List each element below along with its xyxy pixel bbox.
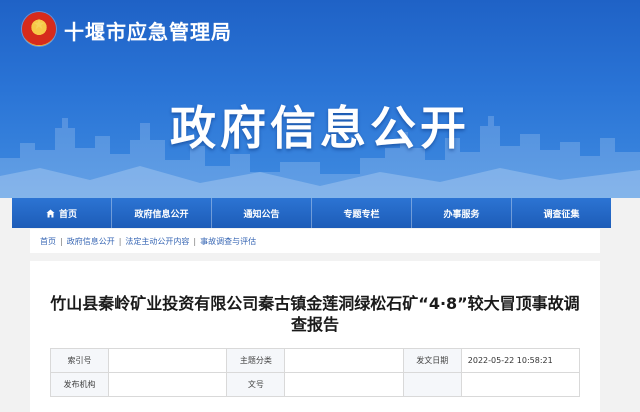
document-title: 竹山县秦岭矿业投资有限公司秦古镇金莲洞绿松石矿“4·8”较大冒顶事故调查报告 xyxy=(50,294,580,334)
nav-item-label: 调查征集 xyxy=(543,209,580,220)
nav-item-label: 办事服务 xyxy=(443,209,480,220)
docno-label: 文号 xyxy=(226,372,286,397)
nav-item-label: 首页 xyxy=(58,209,77,220)
agency-name[interactable]: 十堰市应急管理局 xyxy=(64,16,232,45)
empty-cell xyxy=(460,372,581,397)
date-value: 2022-05-22 10:58:21 xyxy=(460,348,581,373)
nav-item-survey[interactable]: 调查征集 xyxy=(512,198,611,228)
document-meta-table: 索引号 主题分类 发文日期 2022-05-22 10:58:21 发布机构 文… xyxy=(49,348,581,397)
nav-item-topics[interactable]: 专题专栏 xyxy=(312,198,412,228)
breadcrumb-link-accident-investigation[interactable]: 事故调查与评估 xyxy=(200,236,256,247)
index-label: 索引号 xyxy=(49,348,110,373)
subject-label: 主题分类 xyxy=(226,348,286,373)
nav-item-notices[interactable]: 通知公告 xyxy=(212,198,312,228)
nav-item-label: 通知公告 xyxy=(243,209,280,220)
breadcrumb-separator: | xyxy=(193,236,197,246)
breadcrumb-link-statutory[interactable]: 法定主动公开内容 xyxy=(125,236,189,247)
national-emblem-icon xyxy=(22,12,56,46)
table-row: 索引号 主题分类 发文日期 2022-05-22 10:58:21 xyxy=(49,348,581,373)
breadcrumb-link-gov-info[interactable]: 政府信息公开 xyxy=(67,236,115,247)
nav-item-gov-info[interactable]: 政府信息公开 xyxy=(112,198,212,228)
header-banner: 十堰市应急管理局 政府信息公开 xyxy=(0,0,640,198)
home-icon xyxy=(46,208,55,218)
issuer-value xyxy=(108,372,228,397)
date-label: 发文日期 xyxy=(402,348,462,373)
docno-value xyxy=(284,372,404,397)
empty-cell xyxy=(402,372,462,397)
breadcrumb-link-home[interactable]: 首页 xyxy=(40,236,56,247)
subject-value xyxy=(284,348,404,373)
article-panel: 竹山县秦岭矿业投资有限公司秦古镇金莲洞绿松石矿“4·8”较大冒顶事故调查报告 索… xyxy=(30,261,600,412)
nav-item-services[interactable]: 办事服务 xyxy=(412,198,512,228)
breadcrumb-separator: | xyxy=(118,236,122,246)
breadcrumb-separator: | xyxy=(60,236,63,246)
nav-item-label: 专题专栏 xyxy=(343,209,380,220)
main-nav: 首页 政府信息公开 通知公告 专题专栏 办事服务 调查征集 xyxy=(12,198,611,228)
breadcrumb: 首页 | 政府信息公开 | 法定主动公开内容 | 事故调查与评估 xyxy=(30,229,600,253)
nav-item-home[interactable]: 首页 xyxy=(12,198,112,228)
issuer-label: 发布机构 xyxy=(49,372,110,397)
table-row: 发布机构 文号 xyxy=(49,372,581,397)
banner-title: 政府信息公开 xyxy=(170,101,470,155)
index-value xyxy=(108,348,228,373)
nav-item-label: 政府信息公开 xyxy=(134,209,189,220)
